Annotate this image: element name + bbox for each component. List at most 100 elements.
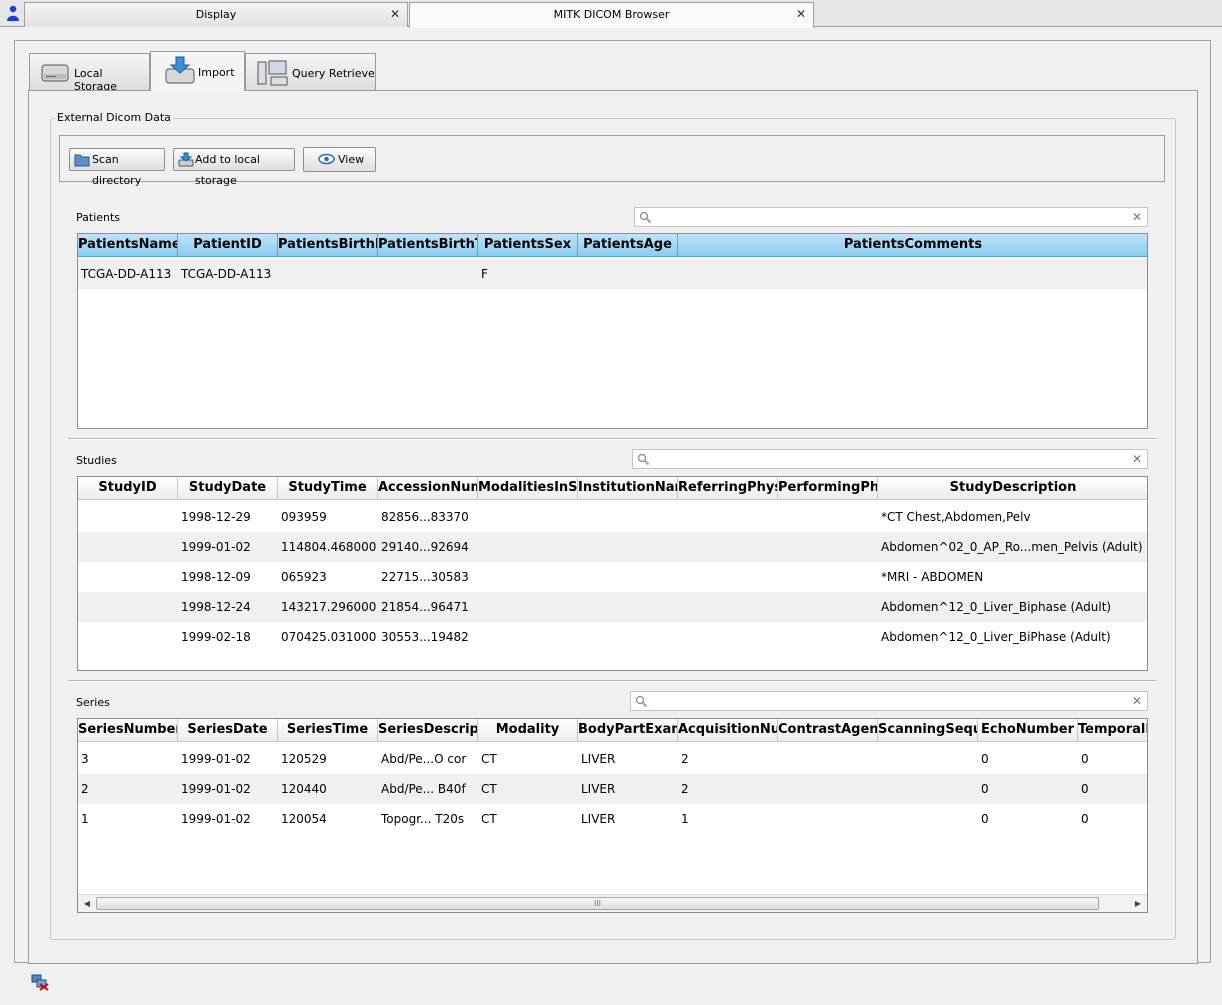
table-row[interactable]: 1998-12-24 143217.296000 21854...96471 Abdo… [78,592,1147,622]
table-cell [778,592,878,622]
patients-table[interactable]: PatientsNamePatientIDPatientsBirthDatePa… [77,233,1148,429]
studies-label: Studies [76,454,117,467]
horizontal-scrollbar[interactable]: ◀ III ▶ [78,894,1147,912]
table-cell: CT [481,782,497,796]
table-cell: F [481,267,488,281]
close-icon[interactable]: ✕ [389,3,401,26]
series-label: Series [76,696,110,709]
close-icon[interactable]: ✕ [795,3,807,26]
column-header[interactable]: PatientsBirthDate [278,234,378,257]
studies-table-header: StudyIDStudyDateStudyTimeAccessionNumber… [78,477,1147,500]
tab-import-label: Import [198,66,235,79]
table-cell: 070425.031000 [281,630,377,644]
import-icon [165,56,195,84]
table-cell: 1999-01-02 [181,540,251,554]
add-to-local-storage-button[interactable]: Add to local storage [173,148,295,187]
column-header[interactable]: PatientID [178,234,278,257]
table-cell [78,502,178,532]
splitter-handle[interactable] [68,680,1157,682]
table-row[interactable]: TCGA-DD-A113 TCGA-DD-A113 F [78,259,1147,289]
table-cell: 0 [1081,782,1089,796]
scrollbar-grip: III [593,899,602,908]
table-cell [878,804,978,834]
column-header[interactable]: SeriesDate [178,719,278,742]
scan-directory-button[interactable]: Scan directory [69,148,165,187]
column-header[interactable]: Modality [478,719,578,742]
table-cell: TCGA-DD-A113 [81,267,172,281]
table-row[interactable]: 1999-01-02 114804.468000 29140...92694 Abdo… [78,532,1147,562]
column-header[interactable]: ModalitiesInStudy [478,477,578,500]
column-header[interactable]: SeriesTime [278,719,378,742]
scroll-right-icon[interactable]: ▶ [1131,897,1145,911]
table-cell [778,502,878,532]
clear-icon[interactable]: ✕ [1132,450,1142,468]
column-header[interactable]: InstitutionName [578,477,678,500]
table-cell [78,532,178,562]
network-computers-icon [257,60,288,86]
studies-search-input[interactable] [653,451,1127,467]
column-header[interactable]: EchoNumber [978,719,1078,742]
column-header[interactable]: AcquisitionNumber [678,719,778,742]
table-row[interactable]: 1 1999-01-02 120054 Topogr... T20s CT LIVER 1 0… [78,804,1147,834]
table-cell [778,532,878,562]
clear-icon[interactable]: ✕ [1132,692,1142,710]
table-row[interactable]: 3 1999-01-02 120529 Abd/Pe...O cor CT LIVER 2 0… [78,744,1147,774]
column-header[interactable]: ReferringPhysician [678,477,778,500]
table-cell: 2 [681,752,689,766]
column-header[interactable]: PerformingPhysicians [778,477,878,500]
tab-query-retrieve[interactable]: Query Retrieve [245,53,376,90]
disconnected-network-icon[interactable] [31,974,49,991]
tab-import[interactable]: Import [150,51,245,91]
tab-dicom-browser[interactable]: MITK DICOM Browser ✕ [409,2,814,28]
groupbox-title: External Dicom Data [55,111,173,124]
table-cell: 065923 [281,570,327,584]
column-header[interactable]: SeriesDescription [378,719,478,742]
column-header[interactable]: PatientsAge [578,234,678,257]
splitter-handle[interactable] [68,438,1157,440]
scrollbar-thumb[interactable]: III [96,897,1099,910]
table-row[interactable]: 1998-12-29 093959 82856...83370 *CT Chest,A… [78,502,1147,532]
folder-icon [74,154,90,167]
patients-search-input[interactable] [655,209,1127,225]
column-header[interactable]: TemporalPosition [1078,719,1147,742]
table-cell: LIVER [581,812,616,826]
column-header[interactable]: SeriesNumber [78,719,178,742]
clear-icon[interactable]: ✕ [1132,208,1142,226]
series-search-input[interactable] [651,693,1127,709]
table-cell: 0 [1081,752,1089,766]
column-header[interactable]: PatientsComments [678,234,1147,257]
view-button[interactable]: View [303,147,376,172]
patients-label: Patients [76,211,121,224]
table-row[interactable]: 2 1999-01-02 120440 Abd/Pe... B40f CT LIVER 2 0… [78,774,1147,804]
search-icon [635,695,648,708]
tab-local-storage[interactable]: Local Storage [29,53,150,93]
search-icon [639,211,652,224]
column-header[interactable]: AccessionNumber [378,477,478,500]
table-cell: 1999-01-02 [181,812,251,826]
column-header[interactable]: PatientsName [78,234,178,257]
table-cell [478,532,578,562]
column-header[interactable]: StudyTime [278,477,378,500]
column-header[interactable]: ScanningSequence [878,719,978,742]
import-icon [178,152,194,167]
column-header[interactable]: PatientsBirthTime [378,234,478,257]
table-cell [678,532,778,562]
series-search-field[interactable]: ✕ [630,691,1148,711]
column-header[interactable]: BodyPartExamined [578,719,678,742]
column-header[interactable]: PatientsSex [478,234,578,257]
column-header[interactable]: StudyDescription [878,477,1147,500]
column-header[interactable]: StudyDate [178,477,278,500]
patients-search-field[interactable]: ✕ [634,207,1148,227]
tab-display[interactable]: Display ✕ [24,2,408,27]
table-cell: 0 [981,752,989,766]
scroll-left-icon[interactable]: ◀ [80,897,94,911]
column-header[interactable]: StudyID [78,477,178,500]
series-table[interactable]: SeriesNumber SeriesDate SeriesTime SeriesDe… [77,718,1148,913]
table-row[interactable]: 1999-02-18 070425.031000 30553...19482 Abdo… [78,622,1147,652]
studies-search-field[interactable]: ✕ [632,449,1148,469]
table-cell: 120054 [281,812,327,826]
table-row[interactable]: 1998-12-09 065923 22715...30583 *MRI - ABDO… [78,562,1147,592]
column-header[interactable]: ContrastAgent [778,719,878,742]
studies-table[interactable]: StudyIDStudyDateStudyTimeAccessionNumber… [77,476,1148,671]
series-table-header: SeriesNumber SeriesDate SeriesTime SeriesDe… [78,719,1147,742]
